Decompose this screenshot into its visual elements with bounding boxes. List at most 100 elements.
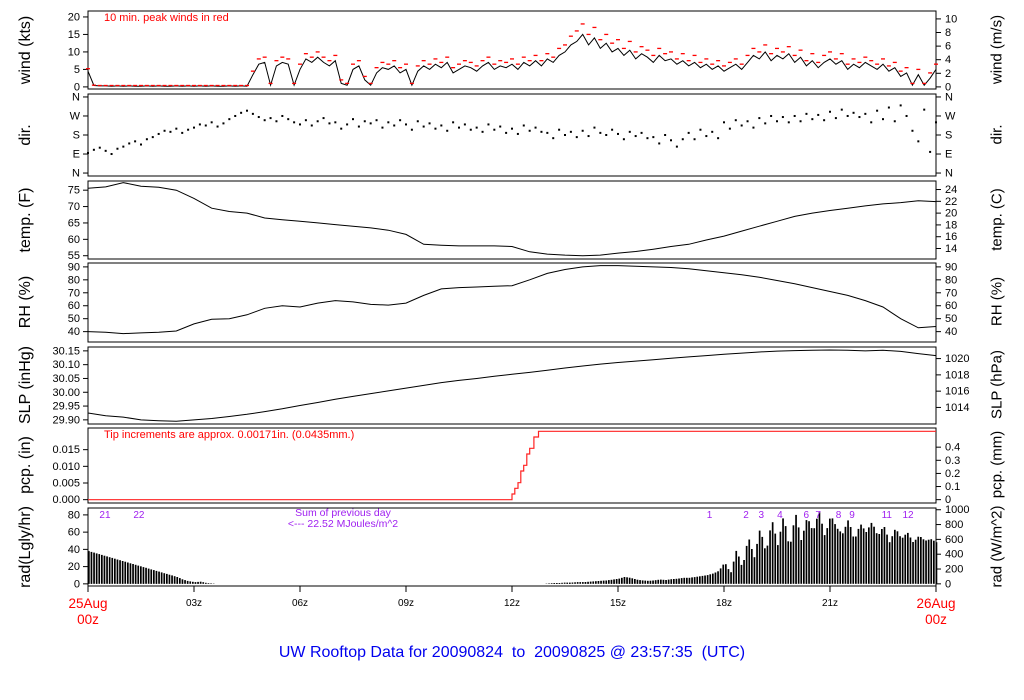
rh-ytick-left: 80 [68,274,80,286]
rad-bar [665,580,667,584]
dir-ytick-left: N [72,168,80,180]
dir-dot [410,128,413,131]
dir-dot [823,119,826,122]
dir-dot [287,118,290,121]
panel-temp: 5560657075141618202224 [68,180,957,262]
dir-dot [646,137,649,140]
dir-dot [622,138,625,141]
dir-dot [552,137,555,140]
rad-bar [764,548,766,584]
rad-bar [550,583,553,584]
rad-bar [631,578,634,584]
rad-bar [688,577,691,584]
dir-dot [652,136,655,139]
x-start-date-label: 25Aug [68,596,108,611]
rad-bar [888,542,891,584]
rad-right-axis-title: rad (W/m^2) [988,505,1006,588]
rad-bar [621,577,623,584]
rad-bar [761,536,764,584]
dir-dot [787,121,790,124]
rad-bar [881,529,883,584]
rad-bar [553,583,556,584]
dir-dot [452,121,455,124]
slp-ytick-left: 29.90 [52,414,80,426]
rad-bar [142,567,145,584]
rad-bar [787,541,790,584]
rad-bar [706,575,709,584]
dir-dot [299,123,301,126]
xtick-label: 09z [398,598,414,609]
plot-canvas: 051015200246810NWSENNWSEN556065707514161… [52,10,970,609]
dir-dot [776,120,778,123]
dir-dot [799,120,802,123]
rad-bar [153,570,155,584]
dir-dot [357,125,360,128]
temp-ytick-right: 20 [945,208,957,220]
dir-dot [770,114,773,117]
rad-bar [823,535,826,584]
rad-hour-mark: 12 [902,510,914,521]
dir-dot [346,123,349,126]
rad-bar [800,540,803,584]
rad-bar [652,580,654,584]
rad-hour-mark: 4 [777,510,783,521]
temp-ytick-right: 16 [945,231,957,243]
dir-dot [758,117,761,120]
dir-dot [275,120,278,123]
rad-bar [662,579,665,584]
dir-dot [846,114,849,117]
dir-dot [564,134,566,136]
rad-bar [904,534,907,584]
rad-bar [696,576,699,584]
rad-bar [610,579,613,584]
rad-bar [758,530,761,584]
series-relative_humidity_pct [87,265,937,335]
xtick-label: 12z [504,598,520,609]
dir-dot [511,127,513,130]
dir-ytick-left: E [73,149,80,161]
rad-bar [584,582,587,584]
rh-ytick-left: 70 [68,287,80,299]
rad-bar [129,563,132,584]
dir-dot [387,121,390,124]
dir-dot [334,121,337,124]
rad-bar [920,537,922,584]
rad-bar [751,549,753,584]
rad-bar [644,580,647,584]
rad-bar [166,573,168,584]
rad-bar [725,564,727,584]
rad-bar [602,580,605,584]
slp-ytick-left: 30.05 [52,373,80,385]
slp-ytick-left: 30.10 [52,359,80,371]
rad-bar [558,583,561,584]
rad-bar [907,532,909,584]
rad-bar [628,577,631,584]
rad-bar [883,527,886,584]
rad-bar [719,568,722,584]
pcp-ytick-right: 0.1 [945,481,960,493]
temp-ytick-right: 18 [945,219,957,231]
rad-bar [779,531,782,584]
rad-bar [730,572,732,584]
rad-bar [592,581,595,584]
slp-ytick-left: 30.15 [52,345,80,357]
panel-rad: 0204060800200400600800100021 22 1 2 3 4 6 7 8 9 11… [68,504,970,590]
rad-bar [816,518,818,584]
dir-dot [852,111,855,114]
dir-dot [458,126,460,129]
rad-hour-mark: 21 [99,510,111,521]
dir-dot [534,126,537,129]
dir-dot [793,114,796,117]
dir-dot [87,151,89,154]
dir-dot [723,121,725,124]
rad-bar [901,537,904,584]
pcp-tip-note: Tip increments are approx. 0.00171in. (0… [104,429,355,441]
dir-ytick-left: W [70,110,81,122]
rad-bar [561,582,563,584]
time-axis: 03z 06z 09z 12z 15z 18z 21z [87,586,937,609]
dir-dot [240,111,243,114]
dir-dot [422,125,425,128]
rad-bar [184,580,186,584]
rad-bar [766,545,769,584]
temp-ytick-right: 14 [945,243,957,255]
